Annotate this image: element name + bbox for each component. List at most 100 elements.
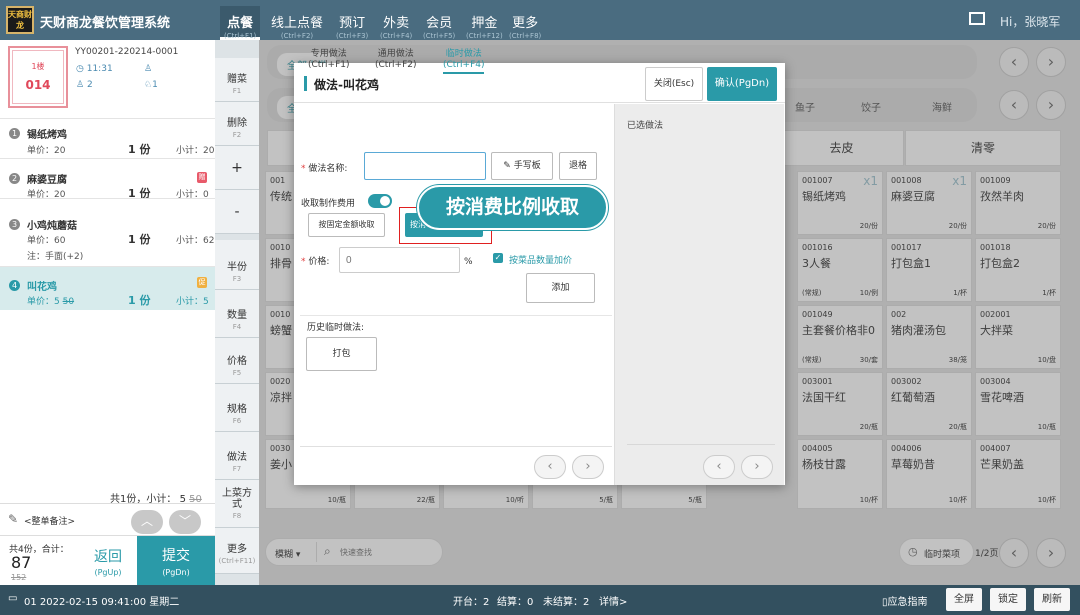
item-name: 小鸡炖蘑菇 [27,221,77,232]
nav-label: 外卖 [383,16,410,31]
confirm-button[interactable]: 确认(PgDn) [707,67,777,101]
item-index: 3 [9,219,20,230]
tab-dedicated-method[interactable]: 专用做法 (Ctrl+F1) [308,49,349,71]
table-floor: 1楼 [31,62,45,71]
item-subtotal: 小计：5 [176,297,209,307]
item-qty: 1 份 [128,233,151,246]
sidebar-key: F2 [232,131,242,139]
tab-common-method[interactable]: 通用做法 (Ctrl+F2) [375,49,416,71]
details-link[interactable]: 详情> [599,593,627,608]
tab-temporary-method[interactable]: 临时做法 (Ctrl+F4) [443,49,485,74]
settled-count: 结算：0 [497,597,534,608]
clock-icon: ◷ [76,64,84,74]
nav-order[interactable]: 点餐 (Ctrl+F1) [220,6,261,40]
nav-reservation[interactable]: 预订 (Ctrl+F3) [336,12,368,40]
order-note-button[interactable]: ✎ <整单备注> ︿ ﹀ [0,503,215,534]
nav-member[interactable]: 会员 (Ctrl+F5) [423,12,455,40]
handwrite-label: 手写板 [513,161,541,171]
nav-label: 押金 [471,16,498,31]
nav-online-order[interactable]: 线上点餐 (Ctrl+F2) [271,12,323,40]
waiter-count: ♘1 [144,80,158,90]
item-price: 单价：60 [27,236,66,246]
scroll-up-button[interactable]: ︿ [131,510,163,534]
sidebar-key: F7 [232,465,242,473]
order-item[interactable]: 1 锡纸烤鸡 单价：20 1 份 小计：20 [0,118,215,158]
fullscreen-button[interactable]: 全屏 [946,588,982,611]
nav-takeout[interactable]: 外卖 (Ctrl+F4) [380,12,412,40]
close-button[interactable]: 关闭(Esc) [645,67,703,101]
sidebar-key: F5 [232,369,242,377]
table-card[interactable]: 1楼 014 [8,46,68,108]
history-label: 历史临时做法: [307,323,365,333]
chevron-right-icon: › [754,459,760,474]
fee-toggle[interactable] [368,194,392,208]
chevron-right-icon: › [585,459,591,474]
user-greeting[interactable]: Hi，张晓军 [1000,13,1060,30]
increase-button[interactable]: + [215,146,259,190]
sidebar-key: F4 [232,323,242,331]
history-item[interactable]: 打包 [306,337,377,371]
price-button[interactable]: 价格 F5 [215,338,259,384]
order-item-selected[interactable]: 4 叫花鸡 单价：5 50 1 份 小计：5 促 [0,266,215,310]
handwrite-button[interactable]: ✎ 手写板 [491,152,553,180]
serve-mode-button[interactable]: 上菜方式 F8 [215,480,259,528]
right-next-button[interactable]: › [741,455,773,479]
member-icon: ♙ [144,64,153,74]
method-name-input[interactable] [364,152,486,180]
required-mark: * [301,164,306,174]
nav-shortcut: (Ctrl+F8) [509,32,542,40]
by-quantity-label[interactable]: 按菜品数量加价 [509,253,572,266]
quantity-button[interactable]: 数量 F4 [215,290,259,338]
sidebar-key: F3 [232,275,242,283]
app-window: 天商财龙 天财商龙餐饮管理系统 点餐 (Ctrl+F1) 线上点餐 (Ctrl+F2… [0,0,1080,615]
guide-label: 应急指南 [887,597,928,608]
gift-button[interactable]: 赠菜 F1 [215,58,259,102]
fixed-amount-button[interactable]: 按固定金额收取 [308,213,385,237]
gift-tag-icon: 赠 [197,172,207,183]
order-panel: 1楼 014 YY00201-220214-0001 ◷ 11:31 ♙ 2 ♙… [0,40,215,586]
half-portion-button[interactable]: 半份 F3 [215,240,259,290]
scroll-down-button[interactable]: ﹀ [169,510,201,534]
method-button[interactable]: 做法 F7 [215,432,259,480]
lock-button[interactable]: 锁定 [990,588,1026,611]
monitor-icon: ▭ [8,593,18,604]
backspace-button[interactable]: 退格 [559,152,597,180]
order-item[interactable]: 3 小鸡炖蘑菇 单价：60 1 份 小计：62 注：手面(+2) [0,198,215,266]
method-name-text: 做法名称: [308,164,348,174]
order-footer: 共4份，合计： 87 152 返回 (PgUp) 提交 (PgDn) [0,535,215,586]
order-item[interactable]: 2 麻婆豆腐 单价：20 1 份 小计：0 赠 [0,158,215,200]
mail-icon[interactable] [969,12,985,25]
sidebar-label: 更多 [227,544,247,555]
left-next-button[interactable]: › [572,455,604,479]
fee-label: 收取制作费用 [301,199,356,209]
nav-more[interactable]: 更多 (Ctrl+F8) [509,12,541,40]
sidebar-label: 半份 [227,262,247,273]
nav-shortcut: (Ctrl+F3) [336,32,369,40]
waiter-icon: ♘ [144,80,153,90]
dialog-title: 做法-叫花鸡 [314,78,379,92]
guide-link[interactable]: ▯应急指南 [882,593,928,608]
right-prev-button[interactable]: ‹ [703,455,735,479]
required-mark: * [301,257,306,267]
chevron-up-icon: ︿ [140,514,153,528]
back-button[interactable]: 返回 (PgUp) [79,536,137,586]
add-button[interactable]: 添加 [526,273,595,303]
nav-shortcut: (Ctrl+F2) [280,32,314,40]
checkbox-checked-icon[interactable]: ✓ [493,253,503,263]
refresh-button[interactable]: 刷新 [1034,588,1070,611]
decrease-button[interactable]: - [215,190,259,234]
left-prev-button[interactable]: ‹ [534,455,566,479]
promo-tag-icon: 促 [197,277,207,288]
order-note-label: <整单备注> [24,517,76,527]
total-amount: 87 [11,553,32,572]
nav-label: 更多 [512,16,539,31]
item-price-value: 单价：5 [27,297,60,307]
item-index: 1 [9,128,20,139]
price-input[interactable] [339,247,460,273]
more-functions-button[interactable]: 更多 (Ctrl+F11) [215,528,259,574]
nav-deposit[interactable]: 押金 (Ctrl+F12) [466,12,503,40]
dialog-header: 做法-叫花鸡 关闭(Esc) 确认(PgDn) [294,63,785,103]
delete-button[interactable]: 删除 F2 [215,102,259,146]
submit-button[interactable]: 提交 (PgDn) [137,536,215,586]
spec-button[interactable]: 规格 F6 [215,384,259,432]
